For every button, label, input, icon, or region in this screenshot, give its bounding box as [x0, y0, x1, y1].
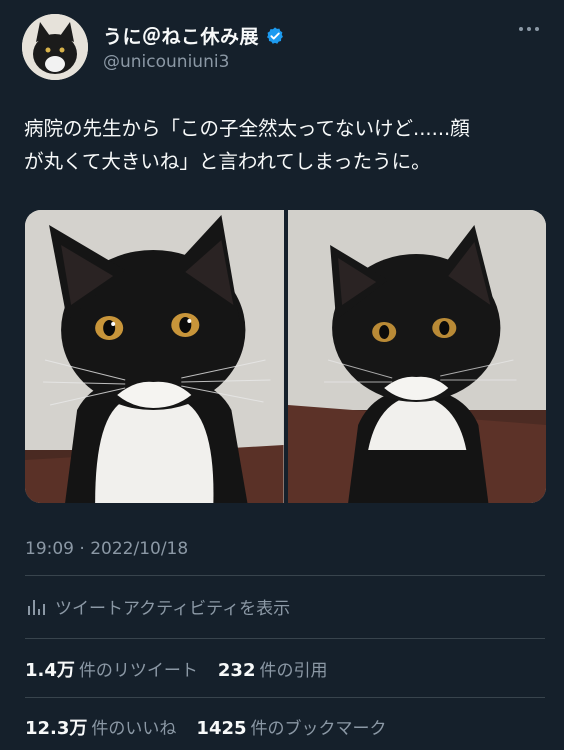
bookmark-count[interactable]: 1425: [196, 718, 246, 739]
bar-chart-icon: [28, 599, 45, 615]
retweet-quote-stats: 1.4万 件のリツイート 232 件の引用: [25, 656, 327, 682]
tweet-detail: うに＠ねこ休み展 @unicouniuni3 病院の先生から「この子全然太ってな…: [0, 0, 564, 750]
bookmark-label[interactable]: 件のブックマーク: [251, 714, 387, 739]
retweet-count[interactable]: 1.4万: [25, 656, 75, 682]
quote-count[interactable]: 232: [218, 660, 256, 681]
cat-avatar-icon: [22, 14, 88, 80]
verified-badge-icon: [267, 26, 283, 44]
media-photo-1[interactable]: [25, 210, 284, 503]
cat-photo-image: [25, 210, 284, 503]
like-bookmark-stats: 12.3万 件のいいね 1425 件のブックマーク: [25, 714, 387, 740]
more-options-icon[interactable]: [516, 20, 542, 38]
like-label[interactable]: 件のいいね: [91, 714, 176, 739]
author-handle[interactable]: @unicouniuni3: [103, 52, 229, 72]
cat-photo-image: [287, 210, 546, 503]
tweet-timestamp[interactable]: 19:09 · 2022/10/18: [25, 539, 188, 559]
divider: [25, 697, 545, 698]
activity-label: ツイートアクティビティを表示: [55, 599, 291, 619]
divider: [25, 638, 545, 639]
media-grid: [25, 210, 546, 503]
view-tweet-activity-link[interactable]: ツイートアクティビティを表示: [25, 594, 290, 619]
avatar[interactable]: [22, 14, 88, 80]
author-name-row[interactable]: うに＠ねこ休み展: [103, 22, 285, 49]
author-display-name[interactable]: うに＠ねこ休み展: [103, 22, 259, 49]
media-photo-2[interactable]: [287, 210, 546, 503]
retweet-label[interactable]: 件のリツイート: [79, 656, 198, 681]
quote-label[interactable]: 件の引用: [259, 656, 327, 681]
like-count[interactable]: 12.3万: [25, 714, 87, 740]
divider: [25, 575, 545, 576]
tweet-text: 病院の先生から「この子全然太ってないけど......顔 が丸くて大きいね」と言わ…: [24, 117, 470, 173]
